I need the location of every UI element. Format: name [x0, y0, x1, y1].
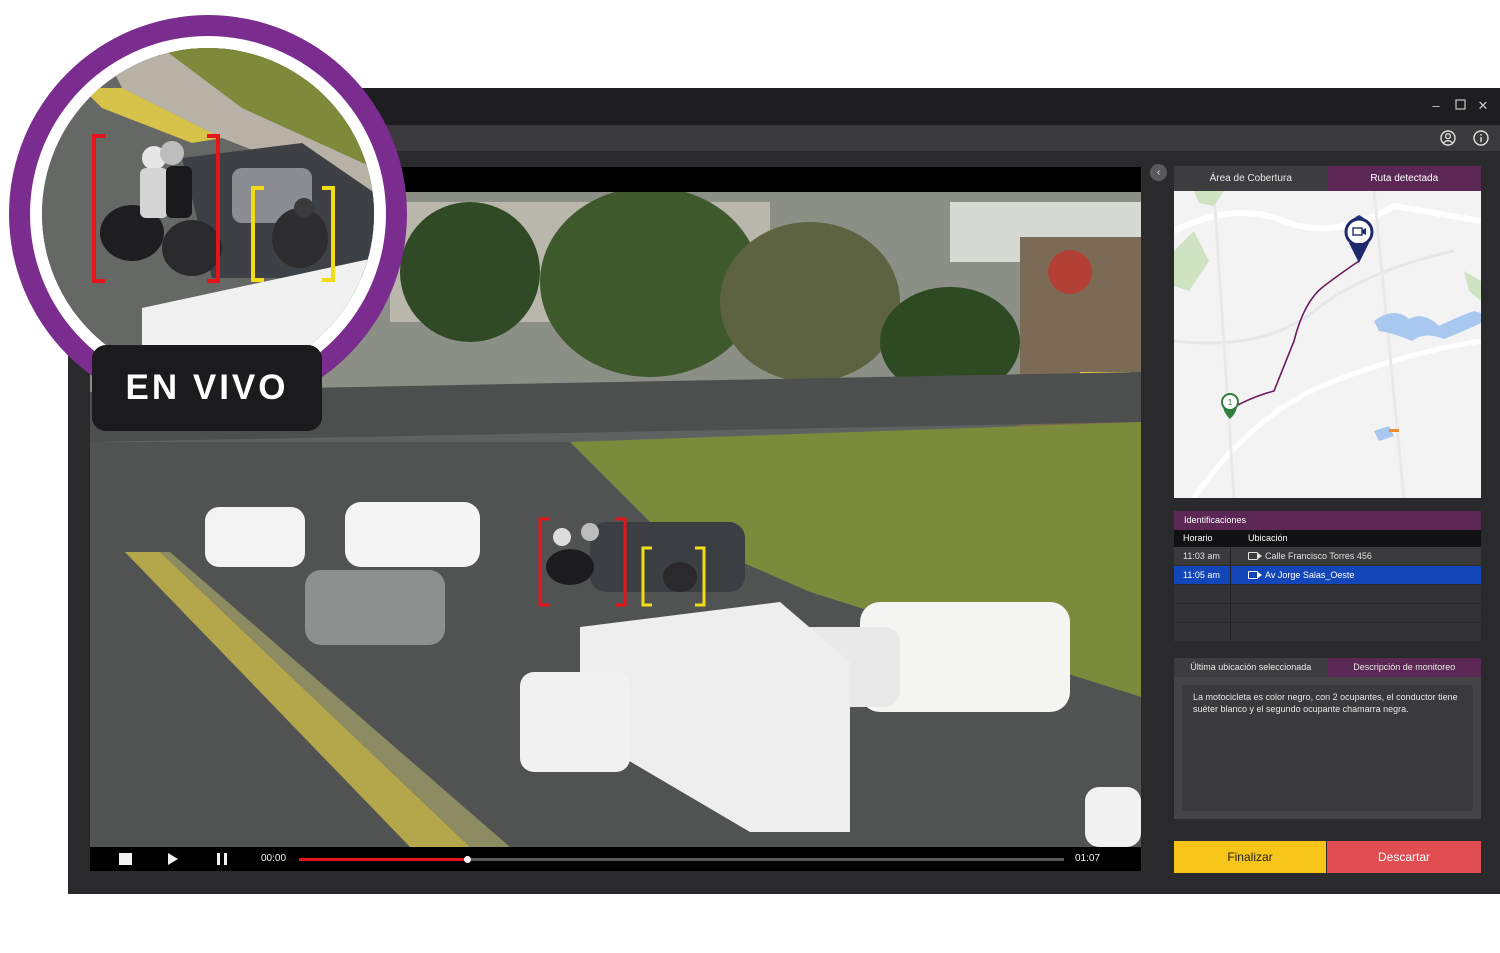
- live-zoom-image: [42, 48, 374, 380]
- description-textarea[interactable]: La motocicleta es color negro, con 2 ocu…: [1182, 685, 1473, 811]
- row-location: Av Jorge Salas_Oeste: [1265, 570, 1355, 580]
- minimize-icon[interactable]: –: [1428, 98, 1444, 114]
- column-horario: Horario: [1183, 533, 1213, 543]
- pause-button[interactable]: [217, 853, 227, 865]
- play-button[interactable]: [168, 853, 178, 865]
- live-badge: EN VIVO: [92, 345, 322, 431]
- map-tabs: Área de Cobertura Ruta detectada: [1174, 166, 1481, 191]
- tab-ultima-ubicacion[interactable]: Última ubicación seleccionada: [1174, 658, 1328, 677]
- tab-ruta-detectada[interactable]: Ruta detectada: [1327, 166, 1481, 191]
- column-divider: [1230, 566, 1231, 584]
- table-row-selected[interactable]: 11:05 am Av Jorge Salas_Oeste: [1174, 566, 1481, 585]
- camera-icon: [1248, 552, 1262, 560]
- start-marker-label: 1: [1228, 398, 1233, 407]
- maximize-icon[interactable]: [1452, 98, 1468, 114]
- row-time: 11:03 am: [1183, 551, 1220, 561]
- column-divider: [1230, 585, 1231, 603]
- table-row-empty: [1174, 623, 1481, 642]
- collapse-panel-button[interactable]: ‹: [1150, 164, 1167, 181]
- column-divider: [1230, 604, 1231, 622]
- identificaciones-title: Identificaciones: [1174, 511, 1481, 530]
- table-row[interactable]: 11:03 am Calle Francisco Torres 456: [1174, 547, 1481, 566]
- tab-descripcion-monitoreo[interactable]: Descripción de monitoreo: [1327, 658, 1481, 677]
- row-time: 11:05 am: [1183, 570, 1220, 580]
- descartar-button[interactable]: Descartar: [1327, 841, 1481, 873]
- current-time: 00:00: [261, 853, 287, 864]
- close-icon[interactable]: ✕: [1475, 98, 1491, 114]
- info-icon[interactable]: [1472, 129, 1490, 147]
- table-row-empty: [1174, 585, 1481, 604]
- total-time: 01:07: [1075, 853, 1101, 864]
- progress-bar[interactable]: [299, 856, 1064, 863]
- column-ubicacion: Ubicación: [1248, 533, 1288, 543]
- progress-fill: [299, 858, 468, 861]
- tab-area-de-cobertura[interactable]: Área de Cobertura: [1174, 166, 1328, 191]
- identificaciones-table: Identificaciones Horario Ubicación 11:03…: [1174, 511, 1481, 642]
- detail-tabs: Última ubicación seleccionada Descripció…: [1174, 658, 1481, 677]
- table-row-empty: [1174, 604, 1481, 623]
- description-panel: La motocicleta es color negro, con 2 ocu…: [1174, 677, 1481, 819]
- column-divider: [1230, 547, 1231, 565]
- finalizar-button[interactable]: Finalizar: [1174, 841, 1326, 873]
- progress-handle[interactable]: [464, 856, 472, 863]
- table-header: Horario Ubicación: [1174, 530, 1481, 547]
- camera-icon: [1248, 571, 1262, 579]
- route-map[interactable]: 1: [1174, 191, 1481, 498]
- user-icon[interactable]: [1439, 129, 1457, 147]
- column-divider: [1230, 623, 1231, 641]
- video-controls: 00:00 01:07: [90, 847, 1141, 871]
- row-location: Calle Francisco Torres 456: [1265, 551, 1372, 561]
- stop-button[interactable]: [119, 853, 132, 865]
- page: – ✕ 00:00 01:07 ‹ Área de Cobertura Ruta…: [0, 0, 1500, 953]
